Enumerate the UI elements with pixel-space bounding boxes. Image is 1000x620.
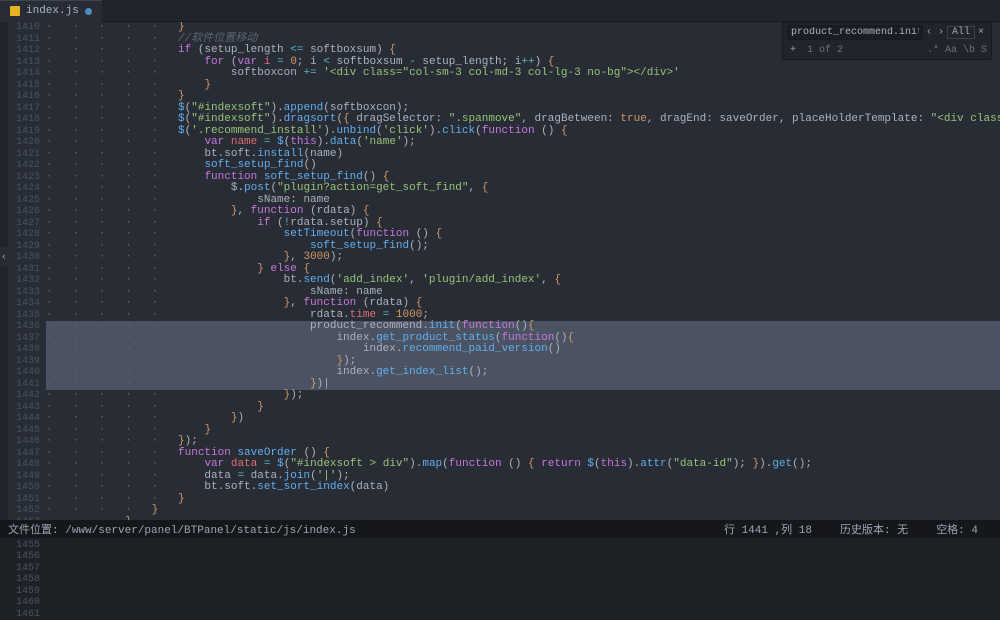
find-all-button[interactable]: All	[947, 26, 975, 39]
status-spaces[interactable]: 空格: 4	[922, 521, 992, 537]
status-history[interactable]: 历史版本: 无	[826, 521, 922, 537]
status-path-label: 文件位置:	[8, 525, 59, 537]
status-line-col[interactable]: 行 1441 ,列 18	[710, 521, 826, 537]
tab-title: index.js	[26, 5, 79, 17]
status-path: /www/server/panel/BTPanel/static/js/inde…	[65, 525, 355, 537]
status-bar: 文件位置: /www/server/panel/BTPanel/static/j…	[0, 520, 1000, 538]
find-next-button[interactable]: ›	[935, 26, 947, 39]
find-match-count: 1 of 2	[799, 45, 843, 56]
find-prev-button[interactable]: ‹	[923, 26, 935, 39]
find-input[interactable]	[787, 25, 923, 40]
find-expand-button[interactable]: +	[787, 44, 799, 57]
line-number-gutter: 1410141114121413141414151416141714181419…	[8, 22, 46, 520]
find-panel: ‹ › All × + 1 of 2 .* Aa \b S	[782, 22, 992, 60]
chevron-left-icon[interactable]: ‹	[0, 247, 8, 267]
code-area[interactable]: · · · · · }· · · · · //软件位置移动· · · · · i…	[46, 22, 1000, 520]
find-close-button[interactable]: ×	[975, 26, 987, 39]
find-options[interactable]: .* Aa \b S	[919, 45, 987, 56]
tab-indexjs[interactable]: index.js	[0, 0, 102, 22]
left-gutter: ‹	[0, 22, 8, 520]
modified-dot-icon	[85, 8, 92, 15]
editor: ‹ 14101411141214131414141514161417141814…	[0, 22, 1000, 520]
js-file-icon	[10, 6, 20, 16]
tab-bar: index.js	[0, 0, 1000, 22]
